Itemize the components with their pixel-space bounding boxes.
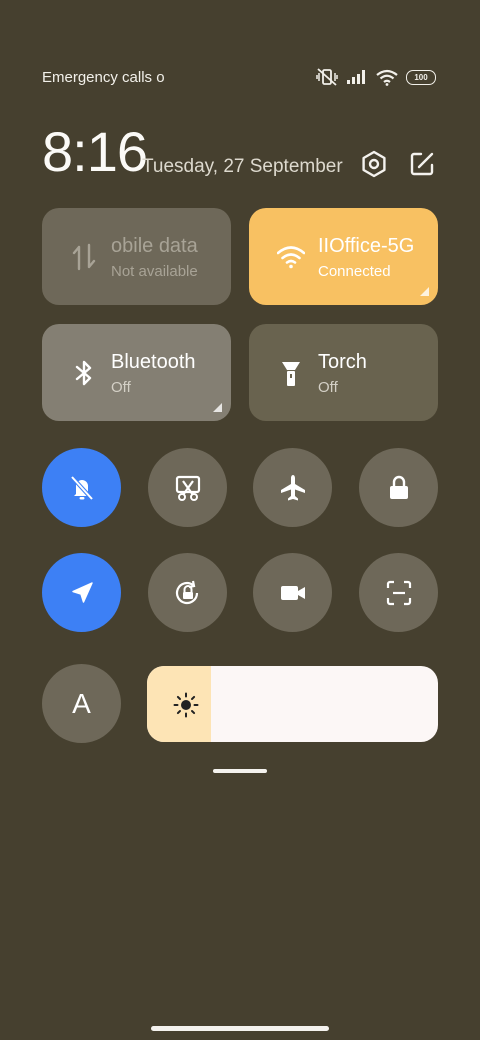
settings-icon[interactable] (360, 150, 388, 178)
screen-recorder-icon (280, 585, 305, 600)
lock-icon (389, 475, 408, 499)
silent-toggle[interactable] (42, 448, 121, 527)
bluetooth-title: Bluetooth (111, 351, 196, 373)
mobile-data-icon (72, 243, 96, 271)
battery-indicator: 100 (406, 69, 436, 85)
brightness-slider[interactable] (147, 666, 438, 742)
mobile-data-tile[interactable]: obile data Not available (42, 208, 231, 305)
screen-recorder-toggle[interactable] (253, 553, 332, 632)
brightness-sun-icon (173, 692, 199, 718)
rotation-lock-icon (175, 580, 198, 604)
torch-title: Torch (318, 351, 367, 373)
wifi-network-name: IIOffice-5G (318, 235, 415, 257)
rotation-lock-toggle[interactable] (148, 553, 227, 632)
torch-icon (282, 362, 300, 386)
torch-tile[interactable]: Torch Off (249, 324, 438, 421)
bluetooth-status: Off (111, 379, 131, 396)
torch-status: Off (318, 379, 338, 396)
wifi-status-icon (376, 69, 398, 86)
mobile-data-status: Not available (111, 263, 198, 280)
bluetooth-tile[interactable]: Bluetooth Off (42, 324, 231, 421)
panel-drag-handle[interactable] (213, 769, 267, 773)
status-icons: 100 (316, 68, 436, 86)
wifi-icon (277, 246, 305, 269)
home-indicator[interactable] (151, 1026, 329, 1031)
date: Tuesday, 27 September (142, 156, 343, 177)
carrier-text: Emergency calls o (42, 68, 164, 86)
status-bar: Emergency calls o 100 (42, 66, 436, 88)
screenshot-toggle[interactable] (148, 448, 227, 527)
lock-toggle[interactable] (359, 448, 438, 527)
vibrate-off-icon (316, 68, 338, 86)
mobile-data-title: obile data (111, 235, 198, 257)
scanner-toggle[interactable] (359, 553, 438, 632)
wifi-status: Connected (318, 263, 391, 280)
scanner-icon (386, 580, 411, 605)
wifi-tile[interactable]: IIOffice-5G Connected (249, 208, 438, 305)
location-toggle[interactable] (42, 553, 121, 632)
bluetooth-icon (75, 360, 92, 386)
clock: 8:16 (42, 120, 148, 183)
expand-corner-icon[interactable] (213, 403, 222, 412)
airplane-icon (280, 474, 305, 500)
silent-mode-icon (70, 475, 93, 500)
location-icon (71, 581, 93, 603)
edit-icon[interactable] (408, 150, 436, 178)
airplane-toggle[interactable] (253, 448, 332, 527)
screenshot-crop-icon (175, 475, 200, 501)
expand-corner-icon[interactable] (420, 287, 429, 296)
header: 8:16 Tuesday, 27 September (42, 120, 436, 184)
auto-brightness-button[interactable]: A (42, 664, 121, 743)
signal-icon (347, 70, 365, 84)
